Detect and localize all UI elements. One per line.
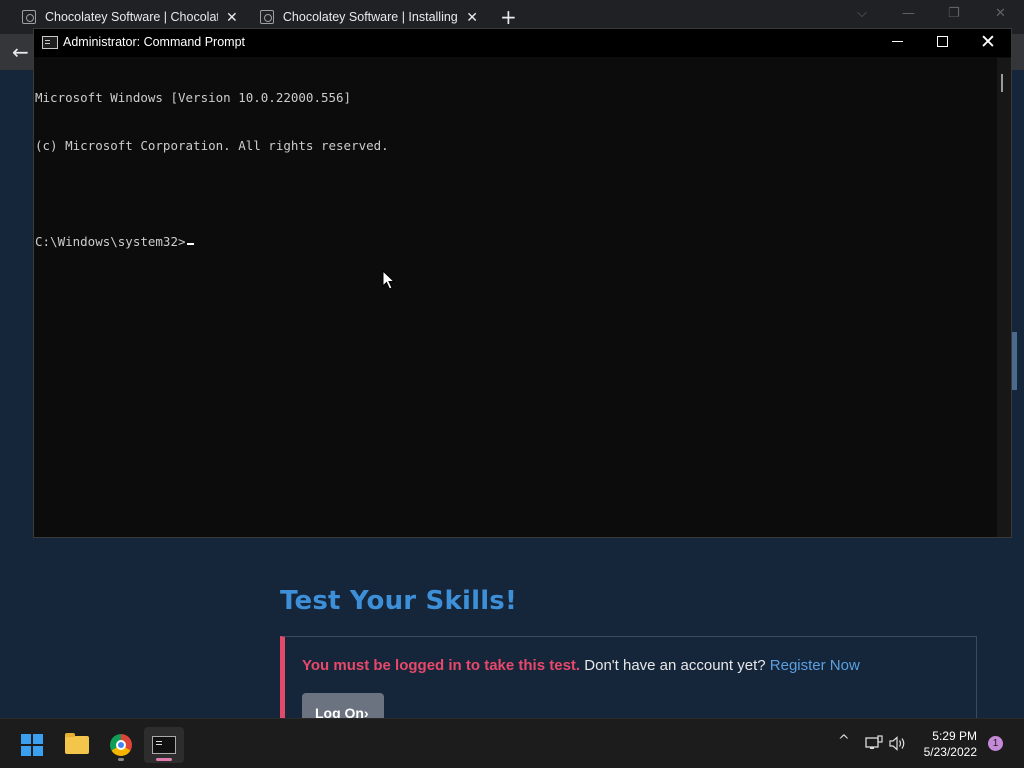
section-title: Test Your Skills!: [280, 586, 518, 616]
mouse-pointer-icon: [382, 270, 396, 290]
volume-icon[interactable]: [889, 736, 907, 751]
alert-warning-text: You must be logged in to take this test.: [302, 657, 581, 674]
browser-tab[interactable]: Chocolatey Software | Installing C ✕: [260, 6, 478, 28]
console-output[interactable]: Microsoft Windows [Version 10.0.22000.55…: [34, 58, 997, 537]
browser-tab[interactable]: Chocolatey Software | Chocolatey ✕: [22, 6, 240, 28]
taskbar-chrome[interactable]: [101, 727, 141, 763]
console-line: Microsoft Windows [Version 10.0.22000.55…: [35, 90, 352, 105]
console-line: (c) Microsoft Corporation. All rights re…: [35, 138, 389, 153]
console-prompt: C:\Windows\system32>: [35, 234, 186, 249]
browser-restore-icon[interactable]: ❐: [948, 6, 960, 21]
taskbar-file-explorer[interactable]: [57, 727, 97, 763]
maximize-icon[interactable]: [937, 36, 948, 47]
alert-prompt-text: Don't have an account yet?: [584, 657, 766, 674]
cmd-window-title: Administrator: Command Prompt: [63, 35, 246, 49]
network-icon[interactable]: [865, 735, 883, 751]
new-tab-button[interactable]: +: [500, 5, 517, 29]
browser-close-icon[interactable]: ✕: [995, 6, 1006, 21]
browser-minimize-icon[interactable]: —: [902, 6, 915, 21]
register-now-link[interactable]: Register Now: [770, 657, 860, 674]
tab-close-icon[interactable]: ✕: [466, 9, 478, 26]
cmd-scrollbar-thumb[interactable]: [1001, 74, 1003, 92]
windows-logo-icon: [21, 734, 43, 756]
back-arrow-icon[interactable]: ←: [12, 40, 29, 64]
cmd-titlebar[interactable]: Administrator: Command Prompt ✕: [34, 29, 1011, 57]
tab-close-icon[interactable]: ✕: [226, 9, 238, 26]
close-icon[interactable]: ✕: [980, 31, 996, 53]
taskbar-command-prompt[interactable]: [144, 727, 184, 763]
alert-message: You must be logged in to take this test.…: [302, 657, 860, 674]
tab-title: Chocolatey Software | Installing C: [282, 10, 459, 24]
show-hidden-icons-chevron-icon[interactable]: ^: [838, 733, 850, 749]
notification-badge[interactable]: 1: [988, 736, 1003, 751]
login-alert: [280, 636, 977, 726]
clock-date: 5/23/2022: [923, 745, 977, 759]
active-indicator: [156, 758, 172, 761]
chocolatey-favicon-icon: [22, 10, 36, 24]
text-cursor: [186, 243, 194, 245]
terminal-icon: [42, 36, 58, 49]
system-clock[interactable]: 5:29 PM 5/23/2022: [915, 728, 977, 760]
terminal-icon: [152, 736, 176, 754]
chocolatey-favicon-icon: [260, 10, 274, 24]
cmd-scrollbar[interactable]: [997, 58, 1011, 537]
folder-icon: [65, 733, 89, 754]
command-prompt-window[interactable]: Administrator: Command Prompt ✕ Microsof…: [33, 28, 1012, 538]
minimize-icon[interactable]: [892, 41, 903, 42]
console-prompt-line[interactable]: C:\Windows\system32>: [35, 234, 997, 250]
start-button[interactable]: [12, 727, 52, 763]
running-indicator: [118, 758, 124, 761]
clock-time: 5:29 PM: [932, 729, 977, 743]
tab-search-icon[interactable]: ⌵: [857, 6, 867, 21]
tab-title: Chocolatey Software | Chocolatey: [45, 10, 218, 24]
chrome-icon: [110, 734, 132, 756]
